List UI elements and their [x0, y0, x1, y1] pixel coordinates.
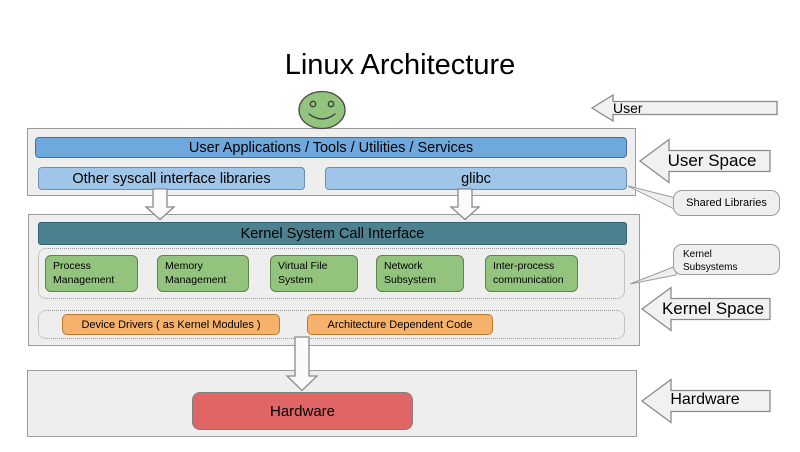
hardware-arrow-label: Hardware	[660, 391, 750, 409]
glibc-box: glibc	[325, 167, 627, 190]
hardware-box: Hardware	[192, 392, 413, 430]
linux-architecture-diagram: Linux Architecture User Applications / T…	[0, 0, 800, 452]
subsystem-box-network-subsystem: Network Subsystem	[376, 255, 464, 292]
kernel-syscall-interface-bar: Kernel System Call Interface	[38, 222, 627, 245]
user-space-arrow-label: User Space	[660, 151, 764, 171]
architecture-dependent-code-box: Architecture Dependent Code	[307, 314, 493, 335]
subsystem-box-memory-management: Memory Management	[157, 255, 249, 292]
user-arrow-label: User	[613, 100, 643, 116]
other-syscall-libraries-box: Other syscall interface libraries	[38, 167, 305, 190]
smiley-face-icon	[299, 92, 345, 129]
subsystem-box-virtual-file-system: Virtual File System	[270, 255, 358, 292]
device-drivers-box: Device Drivers ( as Kernel Modules )	[62, 314, 280, 335]
subsystem-box-process-management: Process Management	[45, 255, 138, 292]
user-applications-bar: User Applications / Tools / Utilities / …	[35, 137, 627, 158]
kernel-subsystems-callout: Kernel Subsystems	[673, 244, 780, 275]
kernel-space-arrow-label: Kernel Space	[660, 299, 766, 319]
page-title: Linux Architecture	[0, 50, 800, 81]
shared-libraries-callout: Shared Libraries	[673, 190, 780, 216]
subsystem-box-interprocess-communication: Inter-process communication	[485, 255, 578, 292]
